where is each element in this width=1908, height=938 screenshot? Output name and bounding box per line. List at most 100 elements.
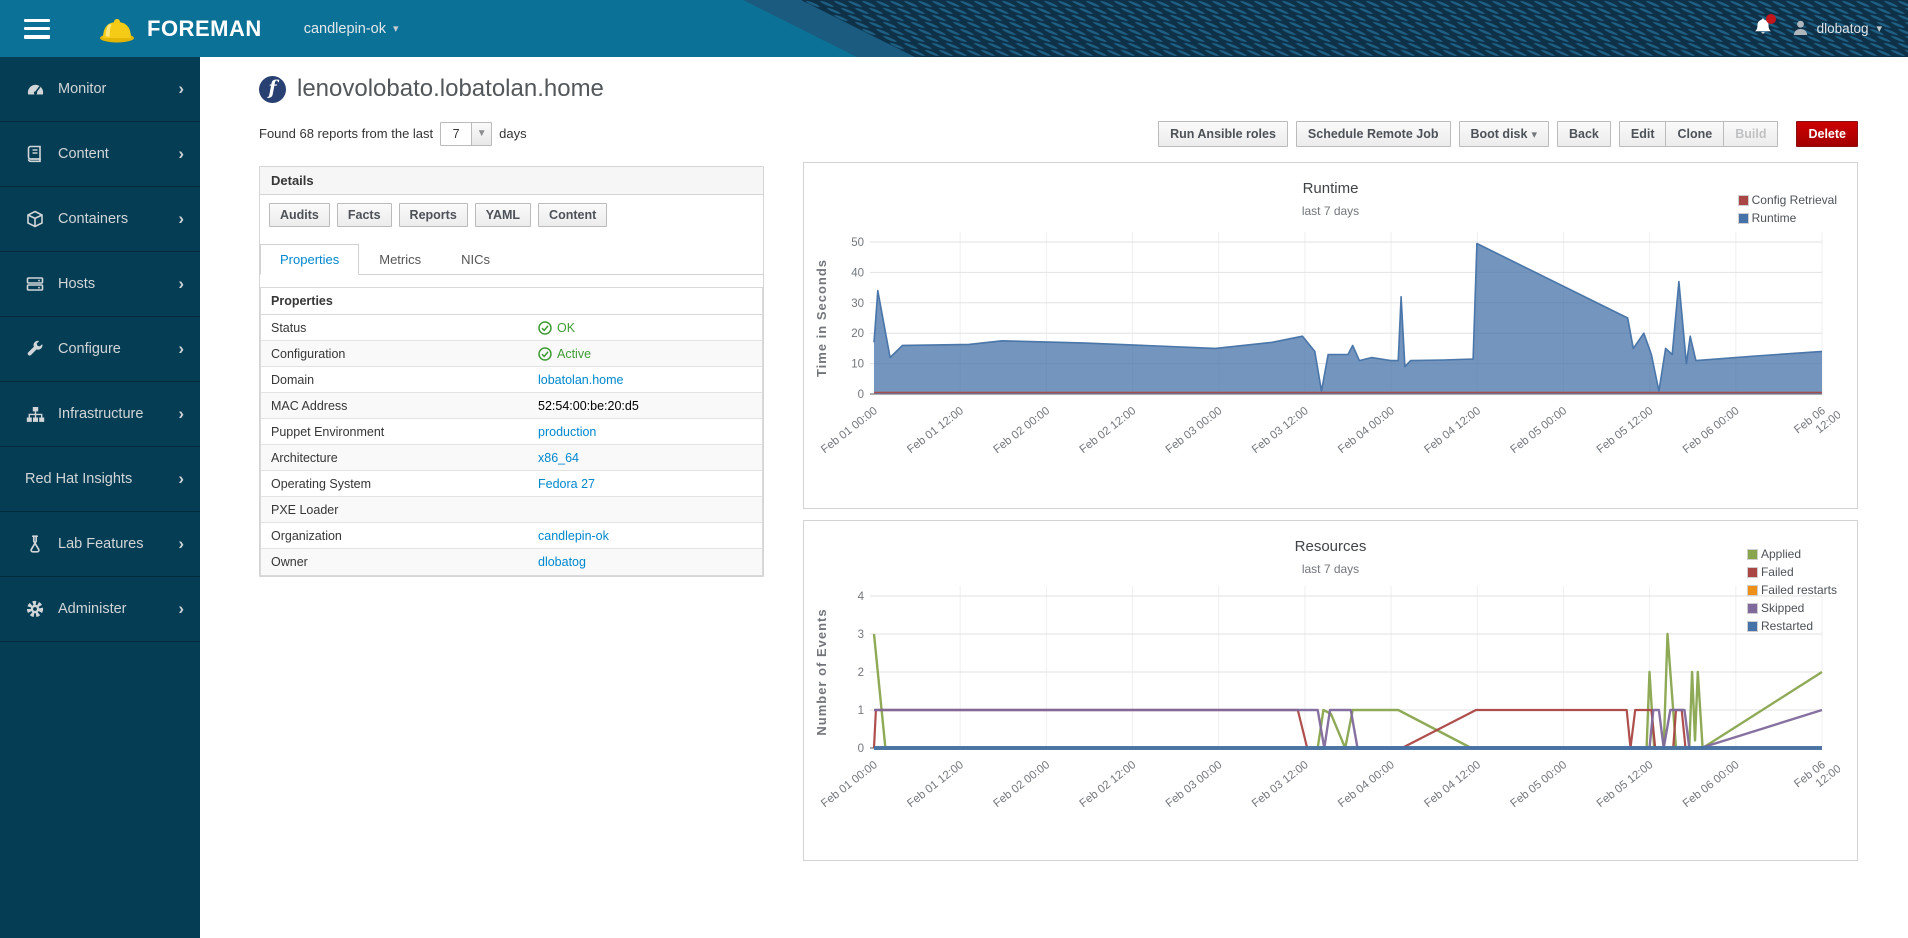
sidebar-item-containers[interactable]: Containers › <box>0 187 200 252</box>
resources-chart-canvas[interactable]: Feb 01 00:00Feb 01 12:00Feb 02 00:00Feb … <box>810 576 1840 832</box>
legend-swatch <box>1747 603 1758 614</box>
boot-disk-dropdown-button[interactable]: Boot disk▾ <box>1459 121 1549 147</box>
property-value: dlobatog <box>528 551 762 573</box>
runtime-chart-panel[interactable]: Runtime last 7 days Config Retrieval Run… <box>803 162 1858 509</box>
user-menu[interactable]: dlobatog ▾ <box>1792 19 1882 39</box>
table-row: Status OK <box>261 315 762 341</box>
legend-label: Restarted <box>1761 619 1813 633</box>
user-avatar-icon <box>1792 19 1809 39</box>
x-tick-label: Feb 01 12:00 <box>905 405 966 456</box>
legend-item-restarted[interactable]: Restarted <box>1747 619 1837 633</box>
y-tick-label: 2 <box>858 667 864 679</box>
chart-title: Resources <box>804 538 1857 555</box>
x-tick-label: Feb 04 12:00 <box>1422 405 1483 456</box>
chevron-right-icon: › <box>178 144 184 164</box>
masthead: FOREMAN candlepin-ok ▾ <box>0 0 1908 57</box>
reports-days-select[interactable]: 7 ▼ <box>440 122 492 146</box>
schedule-remote-job-button[interactable]: Schedule Remote Job <box>1296 121 1451 147</box>
runtime-chart-canvas[interactable]: Feb 01 00:00Feb 01 12:00Feb 02 00:00Feb … <box>810 218 1840 480</box>
y-tick-label: 10 <box>851 359 864 371</box>
legend-label: Failed <box>1761 565 1794 579</box>
property-link[interactable]: production <box>538 425 596 439</box>
edit-button[interactable]: Edit <box>1619 121 1667 147</box>
flask-icon <box>25 534 45 554</box>
notifications-button[interactable] <box>1754 17 1772 41</box>
sidebar-item-lab-features[interactable]: Lab Features › <box>0 512 200 577</box>
facts-button[interactable]: Facts <box>337 203 392 227</box>
sidebar-item-configure[interactable]: Configure › <box>0 317 200 382</box>
sidebar-item-hosts[interactable]: Hosts › <box>0 252 200 317</box>
x-tick-label: Feb 0612:00 <box>1792 753 1840 801</box>
foreman-logo[interactable]: FOREMAN <box>97 14 262 44</box>
org-context-selector[interactable]: candlepin-ok ▾ <box>304 21 399 37</box>
host-name-title: lenovolobato.lobatolan.home <box>297 75 604 103</box>
legend-label: Runtime <box>1752 211 1797 225</box>
property-label: Configuration <box>261 343 528 365</box>
tab-nics[interactable]: NICs <box>441 244 510 275</box>
resources-chart-panel[interactable]: Resources last 7 days Applied Failed Fai… <box>803 520 1858 861</box>
details-button-row: Audits Facts Reports YAML Content <box>260 195 763 235</box>
yaml-button[interactable]: YAML <box>475 203 531 227</box>
legend-item-failed-restarts[interactable]: Failed restarts <box>1747 583 1837 597</box>
content-button[interactable]: Content <box>538 203 607 227</box>
org-context-label: candlepin-ok <box>304 21 386 37</box>
chevron-right-icon: › <box>178 404 184 424</box>
property-value: candlepin-ok <box>528 525 762 547</box>
legend-item-skipped[interactable]: Skipped <box>1747 601 1837 615</box>
legend-item-runtime[interactable]: Runtime <box>1738 211 1837 225</box>
reports-button[interactable]: Reports <box>399 203 468 227</box>
page-title: f lenovolobato.lobatolan.home <box>259 75 1858 103</box>
property-label: Architecture <box>261 447 528 469</box>
x-tick-label: Feb 04 00:00 <box>1336 405 1397 456</box>
property-value: lobatolan.home <box>528 369 762 391</box>
tab-metrics[interactable]: Metrics <box>359 244 441 275</box>
property-link[interactable]: dlobatog <box>538 555 586 569</box>
x-tick-label: Feb 05 00:00 <box>1509 405 1570 456</box>
select-caret-icon: ▼ <box>471 123 491 145</box>
chevron-right-icon: › <box>178 339 184 359</box>
sidebar-item-content[interactable]: Content › <box>0 122 200 187</box>
property-value: OK <box>528 317 762 339</box>
property-link[interactable]: Fedora 27 <box>538 477 595 491</box>
property-value: Active <box>528 343 762 365</box>
sidebar-item-infrastructure[interactable]: Infrastructure › <box>0 382 200 447</box>
table-row: MAC Address 52:54:00:be:20:d5 <box>261 393 762 419</box>
y-tick-label: 0 <box>858 389 864 401</box>
tab-properties[interactable]: Properties <box>260 244 359 275</box>
delete-button[interactable]: Delete <box>1796 121 1858 147</box>
main-content: f lenovolobato.lobatolan.home Found 68 r… <box>200 57 1908 938</box>
legend-item-applied[interactable]: Applied <box>1747 547 1837 561</box>
gear-icon <box>25 599 45 619</box>
x-tick-label: Feb 01 12:00 <box>905 759 966 810</box>
property-label: Status <box>261 317 528 339</box>
run-ansible-roles-button[interactable]: Run Ansible roles <box>1158 121 1288 147</box>
legend-item-config-retrieval[interactable]: Config Retrieval <box>1738 193 1837 207</box>
property-label: Owner <box>261 551 528 573</box>
chart-title: Runtime <box>804 180 1857 197</box>
reports-summary-prefix: Found 68 reports from the last <box>259 126 433 141</box>
sidebar-item-administer[interactable]: Administer › <box>0 577 200 642</box>
property-value <box>528 506 762 514</box>
x-tick-label: Feb 05 12:00 <box>1595 759 1656 810</box>
property-label: Domain <box>261 369 528 391</box>
fedora-os-icon: f <box>259 76 286 103</box>
table-row: Puppet Environment production <box>261 419 762 445</box>
audits-button[interactable]: Audits <box>269 203 330 227</box>
sidebar-item-monitor[interactable]: Monitor › <box>0 57 200 122</box>
hamburger-menu-icon[interactable] <box>24 19 50 39</box>
legend-item-failed[interactable]: Failed <box>1747 565 1837 579</box>
property-link[interactable]: lobatolan.home <box>538 373 623 387</box>
chevron-right-icon: › <box>178 599 184 619</box>
server-icon <box>25 274 45 294</box>
property-link[interactable]: x86_64 <box>538 451 579 465</box>
back-button[interactable]: Back <box>1557 121 1611 147</box>
host-toolbar: Run Ansible roles Schedule Remote Job Bo… <box>803 120 1858 147</box>
reports-days-value: 7 <box>441 123 471 145</box>
sidebar-nav: Monitor › Content › Containers › Hosts ›… <box>0 57 200 938</box>
property-value: production <box>528 421 762 443</box>
properties-table-header: Properties <box>261 288 762 315</box>
x-tick-label: Feb 06 00:00 <box>1681 759 1742 810</box>
sidebar-item-red-hat-insights[interactable]: Red Hat Insights › <box>0 447 200 512</box>
clone-button[interactable]: Clone <box>1666 121 1724 147</box>
property-link[interactable]: candlepin-ok <box>538 529 609 543</box>
